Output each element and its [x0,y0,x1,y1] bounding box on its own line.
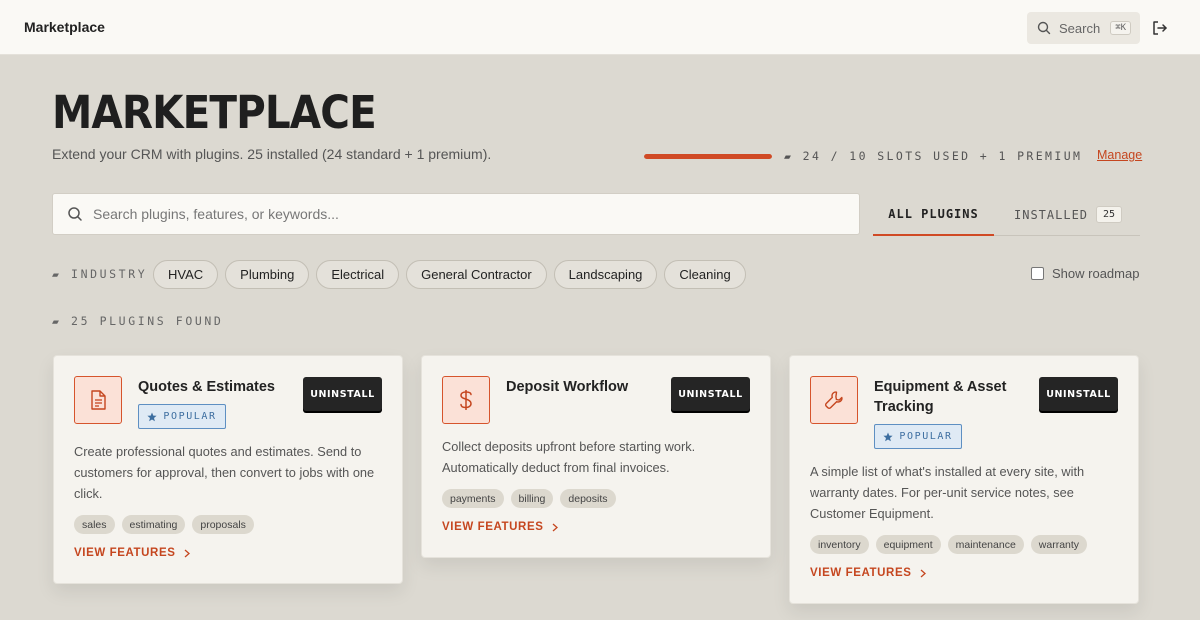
tag: inventory [810,535,869,554]
popular-label: POPULAR [899,431,953,442]
chip-general-contractor[interactable]: General Contractor [406,260,547,289]
tag: proposals [192,515,254,534]
search-button-label: Search [1059,20,1101,36]
tag: payments [442,489,504,508]
plugin-tags: inventory equipment maintenance warranty [810,535,1088,554]
plugin-icon [810,376,858,424]
chevron-right-icon [552,523,558,531]
search-icon [1037,21,1051,35]
plugin-description: A simple list of what's installed at eve… [810,464,1085,521]
brand-title: Marketplace [24,19,105,35]
plugin-description: Create professional quotes and estimates… [74,444,375,501]
tag: maintenance [947,535,1024,554]
view-features-link[interactable]: VIEW FEATURES [810,567,926,579]
slots-progress-fill [644,154,772,159]
plugin-search [52,193,860,235]
view-features-label: VIEW FEATURES [442,521,544,533]
uninstall-button[interactable]: UNINSTALL [1039,377,1118,411]
popular-badge: POPULAR [874,424,962,449]
plugin-name: Deposit Workflow [506,379,629,395]
chip-landscaping[interactable]: Landscaping [553,260,658,289]
chip-cleaning[interactable]: Cleaning [664,260,746,289]
tag: deposits [560,489,616,508]
search-icon [68,207,82,221]
tab-all-plugins-label: ALL PLUGINS [888,206,979,221]
global-search-button[interactable]: Search ⌘K [1027,12,1140,44]
show-roadmap-checkbox[interactable] [1031,267,1044,280]
logout-icon[interactable] [1151,19,1169,37]
popular-label: POPULAR [163,411,217,422]
plugin-icon [74,376,122,424]
tab-installed-label: INSTALLED [1014,207,1089,222]
industry-filter-label: ▰ INDUSTRY [52,267,148,281]
view-features-label: VIEW FEATURES [810,567,912,579]
plugin-icon [442,376,490,424]
star-icon [883,432,893,441]
installed-count-badge: 25 [1096,206,1123,223]
slots-progress-bar [644,154,772,159]
tab-all-plugins[interactable]: ALL PLUGINS [873,193,994,236]
plugin-tags: sales estimating proposals [74,515,254,534]
show-roadmap-label: Show roadmap [1052,266,1140,281]
results-count: ▰ 25 PLUGINS FOUND [52,314,224,328]
uninstall-button[interactable]: UNINSTALL [671,377,750,411]
view-features-link[interactable]: VIEW FEATURES [74,547,190,559]
uninstall-button[interactable]: UNINSTALL [303,377,382,411]
search-shortcut: ⌘K [1110,21,1132,35]
industry-chips: HVAC Plumbing Electrical General Contrac… [153,260,746,289]
slots-used-text: ▰ 24 / 10 SLOTS USED + 1 PREMIUM [784,149,1083,163]
page-title: MARKETPLACE [52,86,377,139]
plugin-name: Quotes & Estimates [138,379,275,395]
plugin-search-input[interactable] [93,206,833,222]
tag: estimating [121,515,186,534]
page-subtitle: Extend your CRM with plugins. 25 install… [52,146,492,162]
tag: billing [510,489,554,508]
chip-hvac[interactable]: HVAC [153,260,219,289]
show-roadmap-toggle[interactable]: Show roadmap [1031,266,1139,281]
view-features-label: VIEW FEATURES [74,547,176,559]
top-bar: Marketplace Search ⌘K [0,0,1200,55]
plugin-name: Equipment & Asset Tracking [874,379,1007,415]
plugin-card: Quotes & Estimates POPULAR UNINSTALL Cre… [53,355,403,584]
star-icon [147,412,157,421]
tag: equipment [875,535,941,554]
manage-slots-link[interactable]: Manage [1097,148,1142,162]
chip-plumbing[interactable]: Plumbing [225,260,310,289]
plugin-description: Collect deposits upfront before starting… [442,439,696,475]
plugin-card: Deposit Workflow UNINSTALL Collect depos… [421,355,771,558]
chevron-right-icon [920,569,926,577]
tag: sales [74,515,115,534]
dollar-icon [460,390,472,410]
plugin-tabs: ALL PLUGINS INSTALLED 25 [873,193,1140,236]
popular-badge: POPULAR [138,404,226,429]
wrench-icon [824,391,843,410]
document-icon [91,390,106,410]
plugin-tags: payments billing deposits [442,489,616,508]
chip-electrical[interactable]: Electrical [316,260,400,289]
tab-installed[interactable]: INSTALLED 25 [1014,193,1123,236]
chevron-right-icon [184,549,190,557]
view-features-link[interactable]: VIEW FEATURES [442,521,558,533]
tag: warranty [1030,535,1088,554]
plugin-card: Equipment & Asset Tracking POPULAR UNINS… [789,355,1139,604]
